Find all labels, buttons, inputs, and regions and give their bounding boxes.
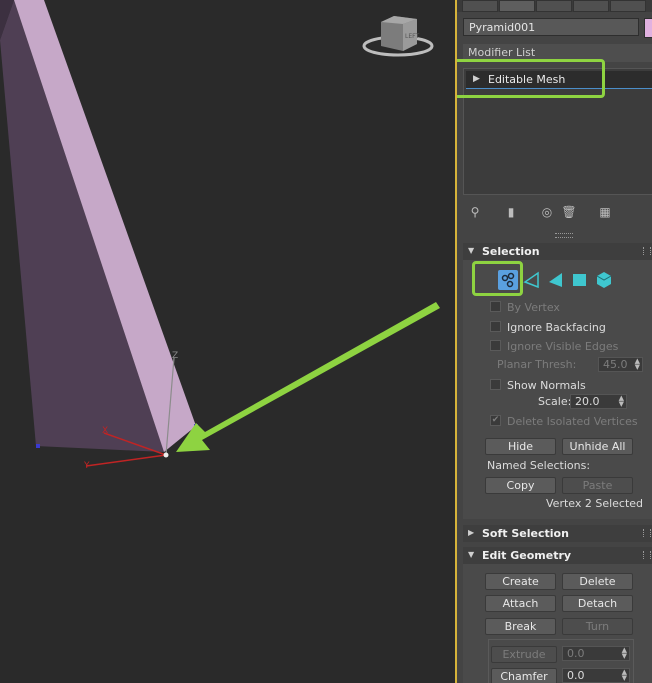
selection-title: Selection	[482, 245, 540, 258]
attach-button[interactable]: Attach	[485, 595, 556, 612]
object-name-field[interactable]: Pyramid001	[463, 18, 639, 36]
extrude-spinner[interactable]: 0.0 ▲ ▼	[562, 646, 630, 661]
soft-selection-rollout-header[interactable]: ▶ Soft Selection	[463, 525, 652, 542]
tab-create[interactable]	[462, 0, 498, 12]
edit-geometry-title: Edit Geometry	[482, 549, 572, 562]
delete-isolated-vertices-label: Delete Isolated Vertices	[507, 415, 638, 428]
expand-triangle-icon: ▶	[468, 528, 475, 537]
editable-mesh-highlight	[457, 59, 605, 98]
tab-motion[interactable]	[573, 0, 609, 12]
planar-thresh-spinner[interactable]: 45.0 ▲ ▼	[598, 357, 643, 372]
turn-button[interactable]: Turn	[562, 618, 633, 635]
create-button[interactable]: Create	[485, 573, 556, 590]
y-axis-line	[85, 454, 167, 467]
modifier-stack-toolbar: ⚲ ▮ ◎ 🗑 ▦	[465, 203, 650, 223]
collapse-triangle-icon: ▼	[468, 550, 475, 559]
command-panel: Pyramid001 Modifier List ▶ Editable Mesh…	[457, 0, 652, 683]
object-color-swatch[interactable]	[644, 18, 652, 38]
rollout-drag-grip[interactable]	[643, 529, 651, 537]
soft-selection-title: Soft Selection	[482, 527, 569, 540]
copy-button[interactable]: Copy	[485, 477, 556, 494]
show-normals-label: Show Normals	[507, 379, 586, 392]
rollout-drag-grip[interactable]	[643, 247, 651, 255]
ignore-backfacing-checkbox[interactable]	[490, 321, 501, 332]
collapse-triangle-icon: ▼	[468, 246, 475, 255]
spinner-arrows-icon[interactable]: ▲ ▼	[619, 395, 624, 408]
named-selections-label: Named Selections:	[487, 459, 591, 472]
delete-isolated-vertices-checkbox[interactable]: ✔	[490, 415, 501, 426]
ignore-backfacing-label: Ignore Backfacing	[507, 321, 606, 334]
panel-splitter-grip[interactable]	[555, 233, 573, 238]
vertex-icon-highlight	[472, 261, 523, 296]
annotation-arrow	[176, 302, 440, 452]
polygon-icon[interactable]	[570, 270, 590, 290]
x-axis-label: X	[102, 426, 108, 436]
scale-label: Scale:	[538, 395, 572, 408]
ignore-visible-edges-checkbox[interactable]	[490, 340, 501, 351]
planar-thresh-value: 45.0	[603, 358, 628, 371]
z-axis-label: Z	[172, 351, 178, 361]
extrude-button[interactable]: Extrude	[491, 646, 557, 663]
command-panel-tabs	[457, 0, 652, 12]
tab-hierarchy[interactable]	[536, 0, 572, 12]
unhide-all-button[interactable]: Unhide All	[562, 438, 633, 455]
selection-status: Vertex 2 Selected	[546, 497, 644, 510]
viewcube[interactable]: LEFT	[362, 16, 434, 57]
vertex-marker[interactable]	[36, 444, 40, 448]
scale-value: 20.0	[575, 395, 600, 408]
rollout-drag-grip[interactable]	[643, 551, 651, 559]
by-vertex-label: By Vertex	[507, 301, 560, 314]
y-axis-label: Y	[83, 461, 90, 471]
spinner-arrows-icon[interactable]: ▲ ▼	[622, 647, 627, 660]
make-unique-icon[interactable]: ◎	[539, 203, 555, 221]
detach-button[interactable]: Detach	[562, 595, 633, 612]
edge-icon[interactable]	[522, 270, 542, 290]
chamfer-button[interactable]: Chamfer	[491, 668, 557, 683]
delete-button[interactable]: Delete	[562, 573, 633, 590]
hide-button[interactable]: Hide	[485, 438, 556, 455]
edit-geometry-rollout-header[interactable]: ▼ Edit Geometry	[463, 547, 652, 564]
scale-spinner[interactable]: 20.0 ▲ ▼	[570, 394, 627, 409]
viewport-scene[interactable]: Z X Y LEFT	[0, 0, 455, 683]
viewcube-face-label: LEFT	[405, 33, 419, 40]
spinner-arrows-icon[interactable]: ▲ ▼	[635, 358, 640, 371]
show-normals-checkbox[interactable]	[490, 379, 501, 390]
pyramid-face-dark[interactable]	[0, 0, 164, 452]
tab-modify[interactable]	[499, 0, 535, 12]
element-icon[interactable]	[594, 270, 614, 290]
extrude-value: 0.0	[567, 647, 585, 660]
face-icon[interactable]	[546, 270, 566, 290]
configure-modifier-sets-icon[interactable]: ▦	[597, 203, 613, 221]
paste-button[interactable]: Paste	[562, 477, 633, 494]
pin-stack-icon[interactable]: ⚲	[467, 203, 483, 221]
remove-modifier-icon[interactable]: 🗑	[561, 203, 577, 221]
spinner-arrows-icon[interactable]: ▲ ▼	[622, 669, 627, 682]
show-end-result-icon[interactable]: ▮	[503, 203, 519, 221]
by-vertex-checkbox[interactable]	[490, 301, 501, 312]
break-button[interactable]: Break	[485, 618, 556, 635]
viewport[interactable]: Z X Y LEFT	[0, 0, 455, 683]
planar-thresh-label: Planar Thresh:	[497, 358, 577, 371]
tab-utilities[interactable]	[610, 0, 646, 12]
ignore-visible-edges-label: Ignore Visible Edges	[507, 340, 619, 353]
selection-rollout-header[interactable]: ▼ Selection	[463, 243, 652, 260]
selected-vertex-marker[interactable]	[163, 452, 169, 458]
chamfer-spinner[interactable]: 0.0 ▲ ▼	[562, 668, 630, 683]
chamfer-value: 0.0	[567, 669, 585, 682]
